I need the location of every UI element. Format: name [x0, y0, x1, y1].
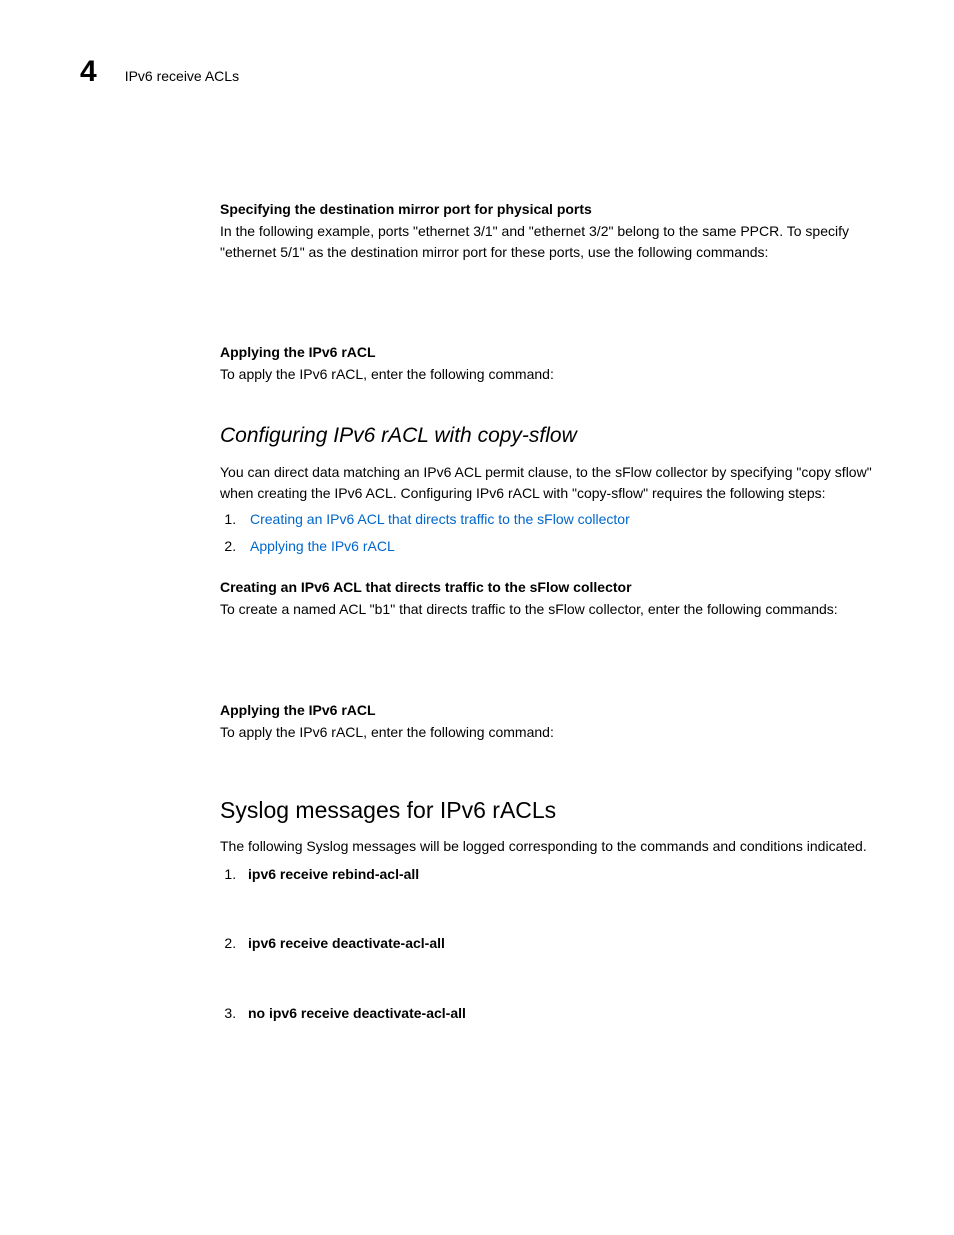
- section-create-acl: Creating an IPv6 ACL that directs traffi…: [220, 577, 889, 620]
- body-text: To create a named ACL "b1" that directs …: [220, 599, 889, 619]
- section-mirror-port: Specifying the destination mirror port f…: [220, 199, 889, 262]
- command-text: ipv6 receive deactivate-acl-all: [248, 935, 445, 951]
- list-item: Applying the IPv6 rACL: [240, 536, 889, 557]
- subheading: Applying the IPv6 rACL: [220, 702, 376, 718]
- chapter-number: 4: [80, 55, 97, 89]
- page-header: 4 IPv6 receive ACLs: [80, 55, 889, 89]
- link-step-1[interactable]: Creating an IPv6 ACL that directs traffi…: [250, 511, 630, 527]
- document-page: 4 IPv6 receive ACLs Specifying the desti…: [0, 0, 954, 1128]
- section-apply-racl-1: Applying the IPv6 rACL To apply the IPv6…: [220, 342, 889, 385]
- section-title-syslog: Syslog messages for IPv6 rACLs: [220, 797, 889, 824]
- command-text: no ipv6 receive deactivate-acl-all: [248, 1005, 466, 1021]
- body-text: In the following example, ports "etherne…: [220, 221, 889, 262]
- list-item: no ipv6 receive deactivate-acl-all: [240, 1004, 889, 1024]
- header-title: IPv6 receive ACLs: [125, 68, 239, 84]
- subheading: Creating an IPv6 ACL that directs traffi…: [220, 579, 632, 595]
- body-text: You can direct data matching an IPv6 ACL…: [220, 462, 889, 503]
- body-text: To apply the IPv6 rACL, enter the follow…: [220, 364, 889, 384]
- body-text: The following Syslog messages will be lo…: [220, 836, 889, 856]
- steps-list: Creating an IPv6 ACL that directs traffi…: [220, 509, 889, 557]
- section-title-configuring: Configuring IPv6 rACL with copy-sflow: [220, 424, 889, 448]
- main-content: Specifying the destination mirror port f…: [220, 199, 889, 1023]
- section-apply-racl-2: Applying the IPv6 rACL To apply the IPv6…: [220, 700, 889, 743]
- list-item: ipv6 receive rebind-acl-all: [240, 865, 889, 885]
- subheading: Applying the IPv6 rACL: [220, 344, 376, 360]
- link-step-2[interactable]: Applying the IPv6 rACL: [250, 538, 395, 554]
- list-item: ipv6 receive deactivate-acl-all: [240, 934, 889, 954]
- command-text: ipv6 receive rebind-acl-all: [248, 866, 419, 882]
- subheading: Specifying the destination mirror port f…: [220, 201, 592, 217]
- syslog-list: ipv6 receive rebind-acl-all ipv6 receive…: [220, 865, 889, 1024]
- body-text: To apply the IPv6 rACL, enter the follow…: [220, 722, 889, 742]
- list-item: Creating an IPv6 ACL that directs traffi…: [240, 509, 889, 530]
